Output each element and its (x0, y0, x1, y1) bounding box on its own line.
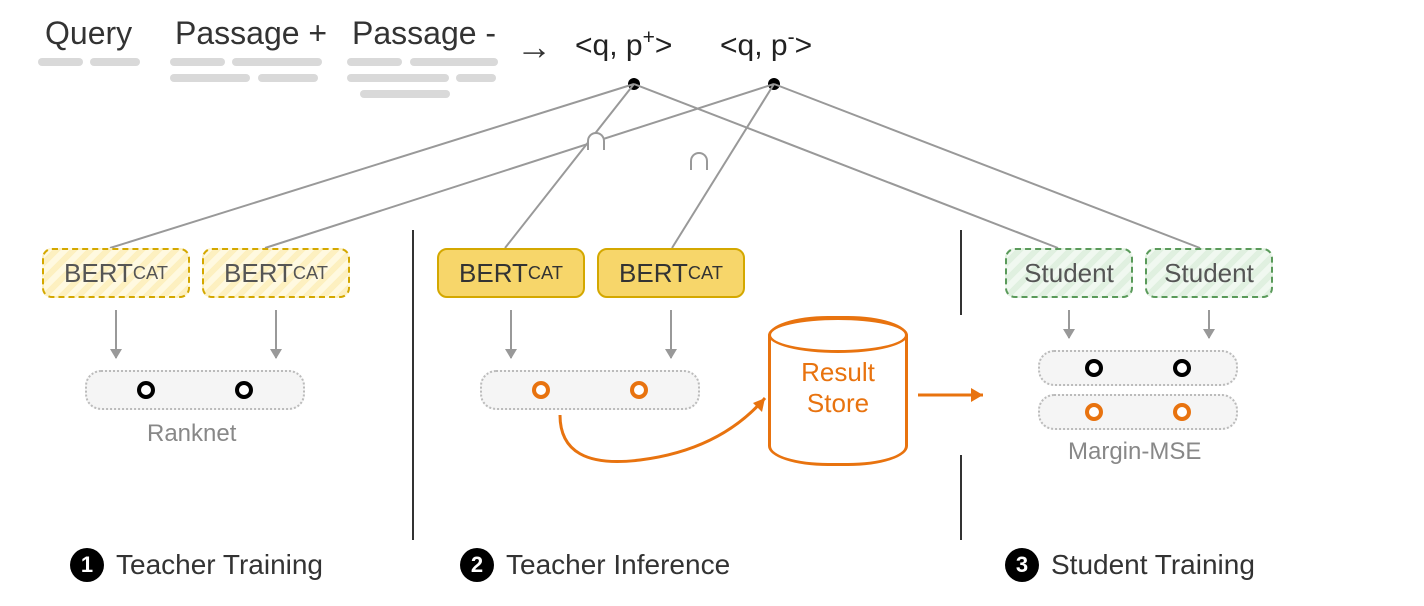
ppos-u3 (170, 74, 250, 82)
phase3-arrow-2 (1208, 310, 1210, 338)
result-store-cylinder: ResultStore (768, 316, 908, 466)
phase2-bert-box-2: BERTCAT (597, 248, 745, 298)
ppos-u4 (258, 74, 318, 82)
phase3-result-bubble-orange (1038, 394, 1238, 430)
pneg-u3 (347, 74, 449, 82)
separator-2-3-top (960, 230, 962, 315)
pneg-u4 (456, 74, 496, 82)
pneg-u1 (347, 58, 402, 66)
separator-2-3-bottom (960, 455, 962, 540)
pair-pos-label: <q, p+> (575, 26, 672, 63)
bubble-to-store-arrow (0, 0, 1424, 600)
passage-pos-label: Passage + (175, 15, 327, 52)
cylinder-top (768, 317, 908, 353)
phase1-result-bubble (85, 370, 305, 410)
phase1-title: 1 Teacher Training (70, 548, 323, 582)
phase1-circle-2 (235, 381, 253, 399)
phase2-title-text: Teacher Inference (506, 549, 730, 581)
phase3-black-circle-2 (1173, 359, 1191, 377)
passage-neg-label: Passage - (352, 15, 496, 52)
line-hop-2 (690, 152, 708, 170)
phase1-arrow-2 (275, 310, 277, 358)
phase2-arrow-2 (670, 310, 672, 358)
phase3-title: 3 Student Training (1005, 548, 1255, 582)
pneg-u5 (360, 90, 450, 98)
phase2-circle-1 (532, 381, 550, 399)
pair-neg-dot (768, 78, 780, 90)
phase1-bert-box-1: BERTCAT (42, 248, 190, 298)
result-store-text: ResultStore (771, 357, 905, 419)
phase3-orange-circle-1 (1085, 403, 1103, 421)
phase2-title: 2 Teacher Inference (460, 548, 730, 582)
separator-1-2 (412, 230, 414, 540)
phase1-title-text: Teacher Training (116, 549, 323, 581)
ranknet-label: Ranknet (147, 420, 236, 448)
phase3-result-bubble-black (1038, 350, 1238, 386)
margin-mse-label: Margin-MSE (1068, 438, 1201, 466)
phase3-orange-circle-2 (1173, 403, 1191, 421)
phase3-black-circle-1 (1085, 359, 1103, 377)
phase2-num-circle: 2 (460, 548, 494, 582)
phase3-student-box-1: Student (1005, 248, 1133, 298)
phase2-arrow-1 (510, 310, 512, 358)
pair-neg-label: <q, p-> (720, 26, 812, 63)
phase3-student-box-2: Student (1145, 248, 1273, 298)
ppos-u2 (232, 58, 322, 66)
phase1-arrow-1 (115, 310, 117, 358)
phase2-circle-2 (630, 381, 648, 399)
line-hop-1 (587, 132, 605, 150)
pair-pos-dot (628, 78, 640, 90)
phase2-bert-box-1: BERTCAT (437, 248, 585, 298)
phase3-arrow-1 (1068, 310, 1070, 338)
query-underline-1 (38, 58, 83, 66)
pneg-u2 (410, 58, 498, 66)
phase3-num-circle: 3 (1005, 548, 1039, 582)
ppos-u1 (170, 58, 225, 66)
query-label: Query (45, 15, 132, 52)
phase1-circle-1 (137, 381, 155, 399)
transform-arrow: → (516, 26, 552, 68)
phase2-result-bubble (480, 370, 700, 410)
phase1-num-circle: 1 (70, 548, 104, 582)
phase1-bert-box-2: BERTCAT (202, 248, 350, 298)
query-underline-2 (90, 58, 140, 66)
phase3-title-text: Student Training (1051, 549, 1255, 581)
